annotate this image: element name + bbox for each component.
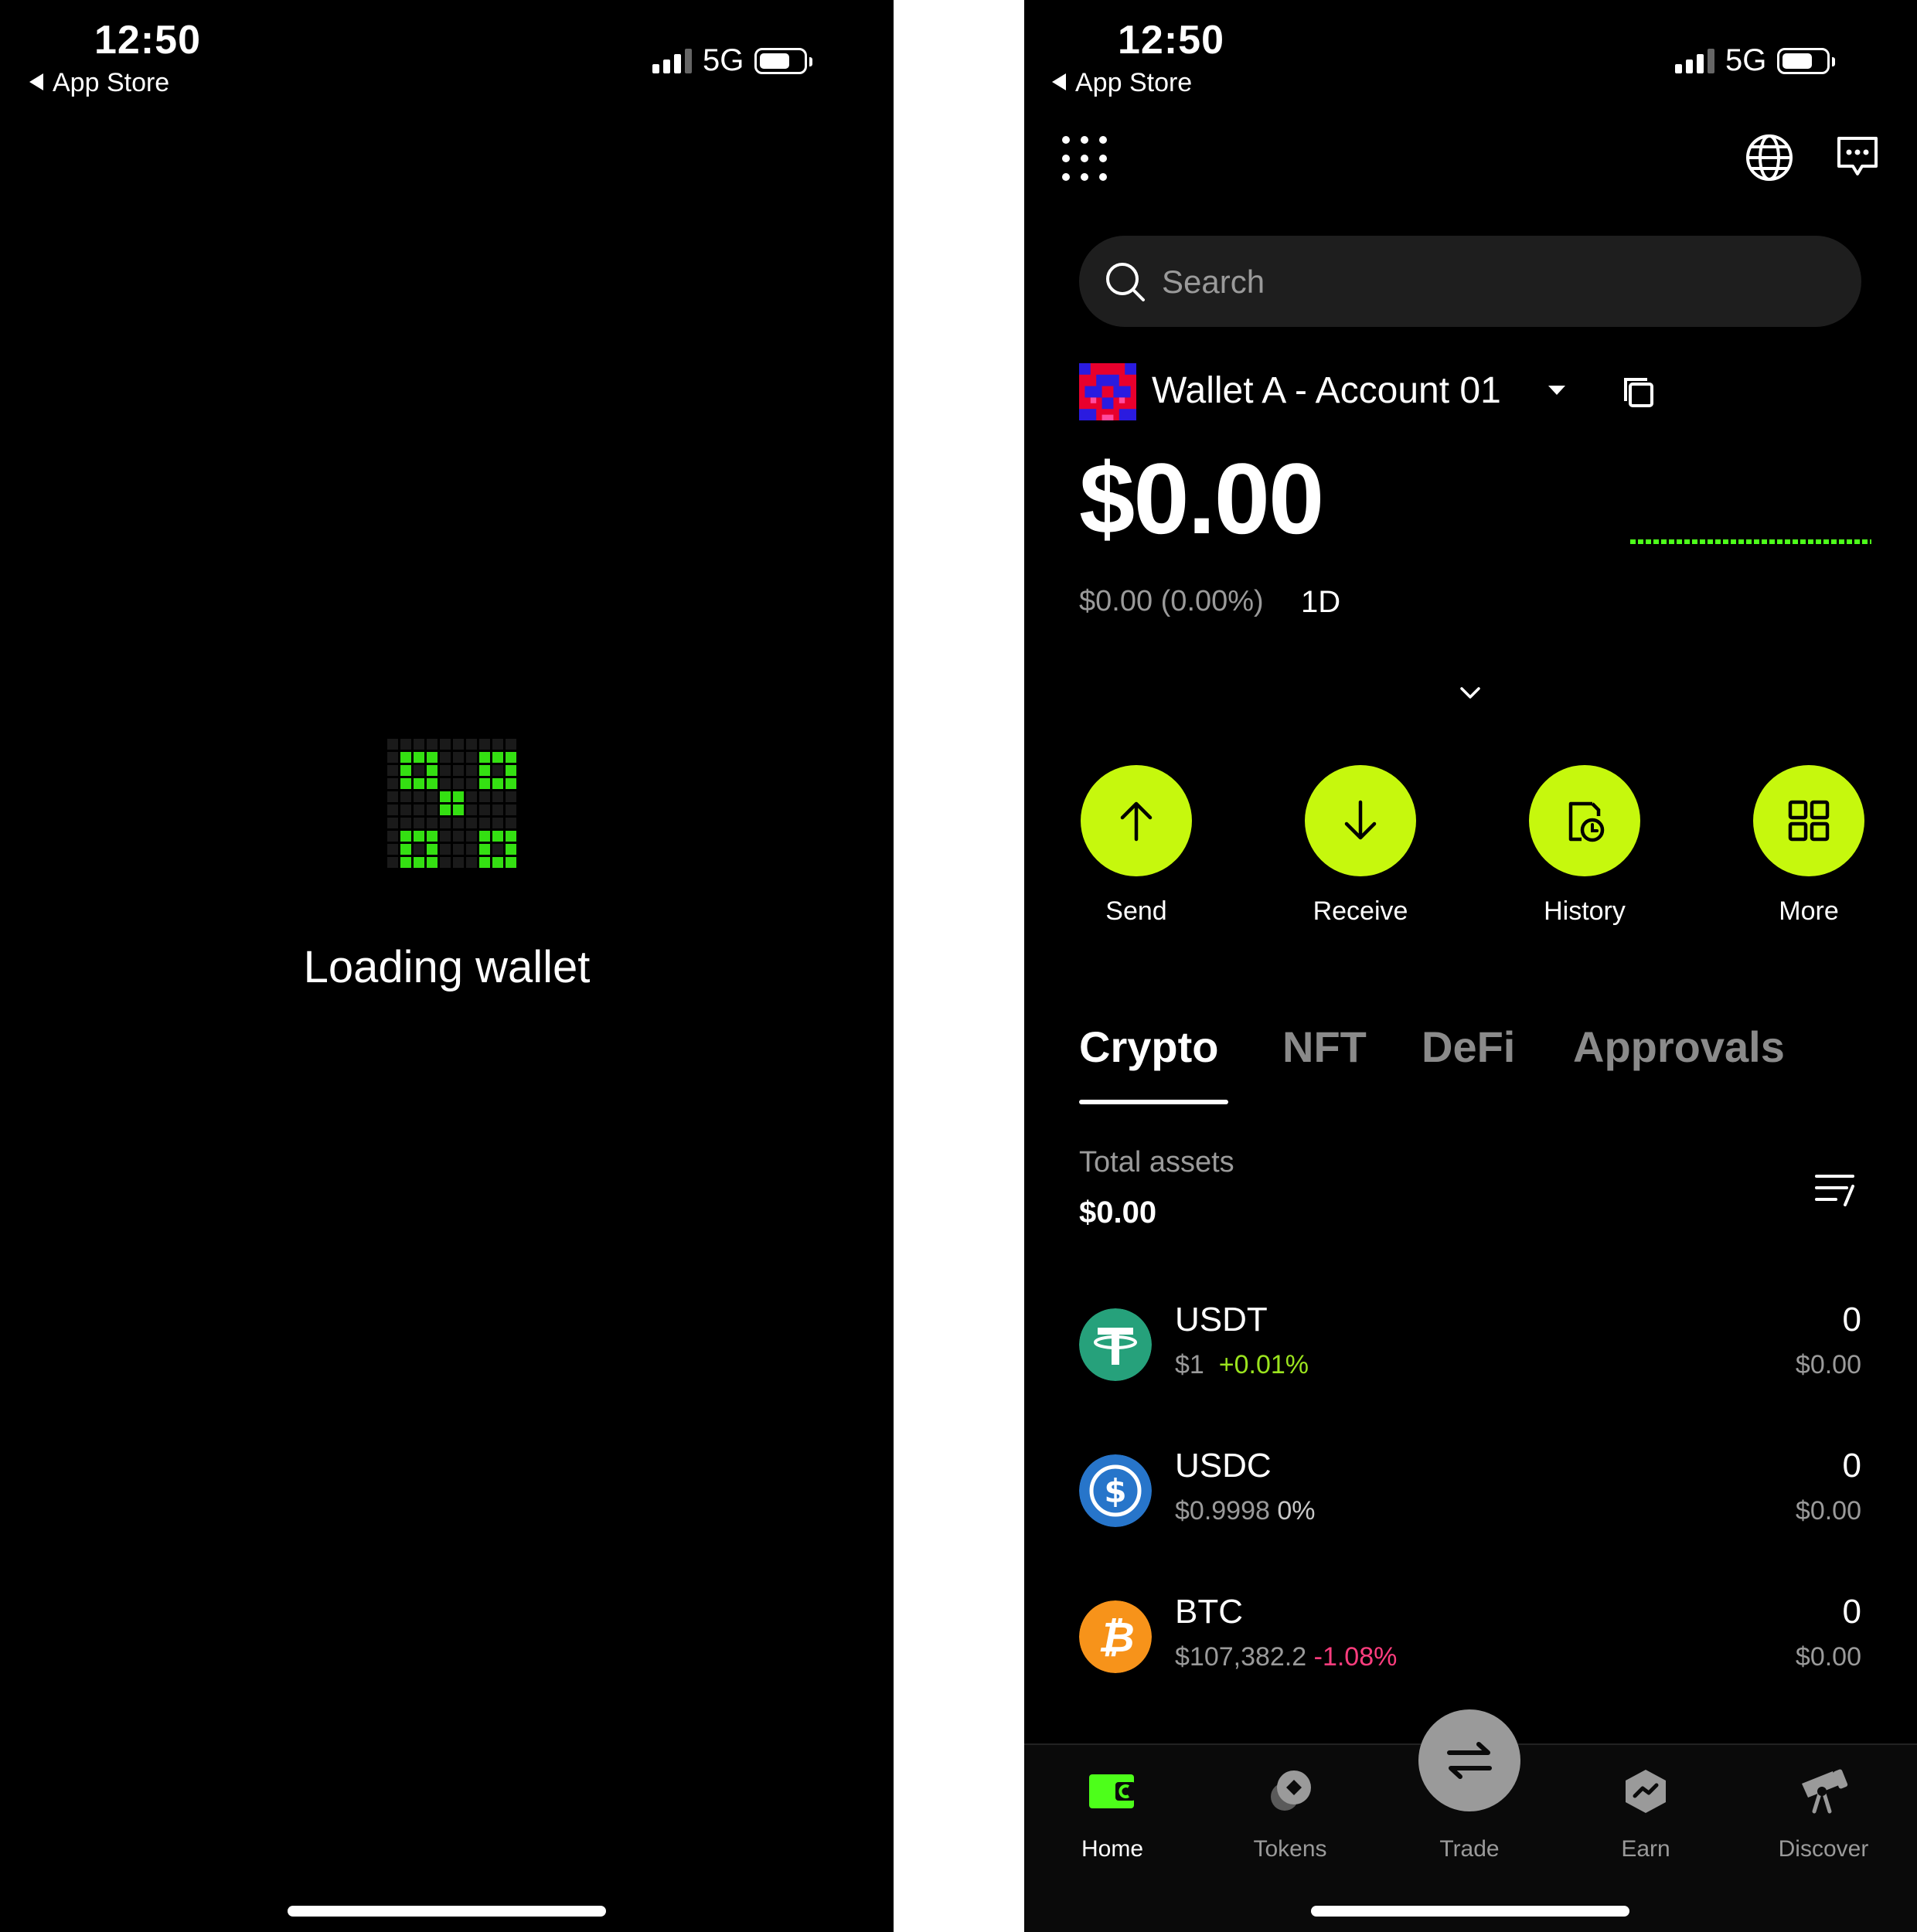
asset-value: $0.00 xyxy=(1795,1496,1861,1526)
asset-amount: 0 xyxy=(1842,1301,1861,1338)
total-balance: $0.00 xyxy=(1079,442,1324,555)
history-button[interactable]: History xyxy=(1473,765,1697,927)
total-assets-label: Total assets xyxy=(1079,1146,1234,1179)
tab-crypto[interactable]: Crypto xyxy=(1079,1022,1218,1072)
usdt-logo-icon xyxy=(1079,1308,1152,1381)
back-label: App Store xyxy=(53,68,170,97)
asset-symbol: USDT xyxy=(1175,1301,1268,1338)
nav-earn-label: Earn xyxy=(1621,1836,1670,1862)
signal-icon xyxy=(1675,48,1714,73)
telescope-icon xyxy=(1746,1760,1901,1822)
tokens-icon xyxy=(1213,1760,1367,1822)
loading-text: Loading wallet xyxy=(303,942,591,992)
more-button[interactable]: More xyxy=(1697,765,1917,927)
search-placeholder: Search xyxy=(1162,264,1265,300)
btc-logo-icon: ₿ xyxy=(1079,1600,1152,1673)
arrow-up-icon xyxy=(1081,765,1192,876)
back-triangle-icon xyxy=(29,73,43,90)
wallet-home-screen: 12:50 App Store 5G Search Wallet A - Acc… xyxy=(1024,0,1917,1932)
asset-change: 0% xyxy=(1277,1496,1316,1526)
battery-icon xyxy=(754,47,813,74)
asset-amount: 0 xyxy=(1842,1447,1861,1485)
wallet-icon xyxy=(1035,1760,1190,1822)
globe-icon[interactable] xyxy=(1745,133,1794,182)
back-triangle-icon xyxy=(1052,73,1066,90)
tab-defi[interactable]: DeFi xyxy=(1422,1022,1515,1072)
status-indicators: 5G xyxy=(1675,43,1836,78)
asset-amount: 0 xyxy=(1842,1593,1861,1631)
trade-button[interactable] xyxy=(1418,1709,1520,1811)
balance-change: $0.00 (0.00%) xyxy=(1079,585,1264,617)
balance-sparkline xyxy=(1630,539,1871,545)
network-label: 5G xyxy=(1725,43,1767,77)
asset-symbol: USDC xyxy=(1175,1447,1272,1485)
swap-arrows-icon xyxy=(1447,1742,1492,1779)
chat-icon[interactable] xyxy=(1836,135,1879,179)
total-assets-value: $0.00 xyxy=(1079,1196,1157,1230)
asset-change: +0.01% xyxy=(1218,1350,1309,1379)
asset-change: -1.08% xyxy=(1313,1642,1398,1672)
asset-symbol: BTC xyxy=(1175,1593,1243,1631)
loading-screen: 12:50 App Store 5G Loading wallet xyxy=(0,0,894,1932)
search-icon xyxy=(1106,263,1145,301)
asset-price: $1 +0.01% xyxy=(1175,1350,1309,1379)
asset-row-usdt[interactable]: USDT $1 +0.01% 0 $0.00 xyxy=(1079,1301,1861,1393)
caret-down-icon[interactable] xyxy=(1547,384,1567,396)
asset-price: $0.9998 0% xyxy=(1175,1496,1316,1526)
grid-dots-icon[interactable] xyxy=(1061,135,1108,182)
nav-trade-label: Trade xyxy=(1439,1836,1500,1862)
asset-value: $0.00 xyxy=(1795,1350,1861,1379)
history-label: History xyxy=(1544,896,1626,926)
svg-text:₿: ₿ xyxy=(1098,1613,1134,1662)
back-to-app-store[interactable]: App Store xyxy=(1052,68,1192,98)
nav-discover[interactable]: Discover xyxy=(1746,1760,1901,1862)
back-to-app-store[interactable]: App Store xyxy=(29,68,169,98)
status-time: 12:50 xyxy=(1118,18,1224,63)
home-indicator[interactable] xyxy=(1311,1906,1629,1917)
svg-text:$: $ xyxy=(1104,1472,1126,1510)
tab-approvals[interactable]: Approvals xyxy=(1573,1022,1785,1072)
asset-row-usdc[interactable]: $ USDC $0.9998 0% 0 $0.00 xyxy=(1079,1447,1861,1539)
nav-home[interactable]: Home xyxy=(1035,1760,1190,1862)
asset-value: $0.00 xyxy=(1795,1642,1861,1672)
back-label: App Store xyxy=(1075,68,1193,97)
arrow-down-icon xyxy=(1305,765,1416,876)
wallet-avatar xyxy=(1079,363,1136,420)
status-time: 12:50 xyxy=(94,18,201,63)
asset-price: $107,382.2 -1.08% xyxy=(1175,1642,1398,1672)
battery-icon xyxy=(1777,47,1836,74)
nav-tokens[interactable]: Tokens xyxy=(1213,1760,1367,1862)
nav-earn[interactable]: Earn xyxy=(1568,1760,1723,1862)
nav-discover-label: Discover xyxy=(1778,1836,1869,1862)
loading-spinner-icon xyxy=(387,739,516,868)
search-input[interactable]: Search xyxy=(1079,236,1861,327)
history-icon xyxy=(1529,765,1640,876)
wallet-selector[interactable]: Wallet A - Account 01 xyxy=(1152,369,1501,412)
receive-button[interactable]: Receive xyxy=(1248,765,1473,927)
signal-icon xyxy=(652,48,692,73)
home-indicator[interactable] xyxy=(288,1906,606,1917)
network-label: 5G xyxy=(703,43,744,77)
send-label: Send xyxy=(1105,896,1167,926)
status-indicators: 5G xyxy=(652,43,813,78)
copy-icon[interactable] xyxy=(1622,376,1655,409)
nav-home-label: Home xyxy=(1081,1836,1144,1862)
earn-icon xyxy=(1568,1760,1723,1822)
sort-filter-icon[interactable] xyxy=(1814,1172,1856,1208)
nav-tokens-label: Tokens xyxy=(1253,1836,1327,1862)
active-tab-indicator xyxy=(1079,1100,1228,1104)
tab-nft[interactable]: NFT xyxy=(1282,1022,1367,1072)
grid-icon xyxy=(1753,765,1864,876)
more-label: More xyxy=(1779,896,1839,926)
usdc-logo-icon: $ xyxy=(1079,1454,1152,1527)
period-selector[interactable]: 1D xyxy=(1301,585,1340,620)
asset-row-btc[interactable]: ₿ BTC $107,382.2 -1.08% 0 $0.00 xyxy=(1079,1593,1861,1685)
chevron-down-icon[interactable] xyxy=(1459,686,1481,700)
send-button[interactable]: Send xyxy=(1024,765,1248,927)
receive-label: Receive xyxy=(1313,896,1408,926)
